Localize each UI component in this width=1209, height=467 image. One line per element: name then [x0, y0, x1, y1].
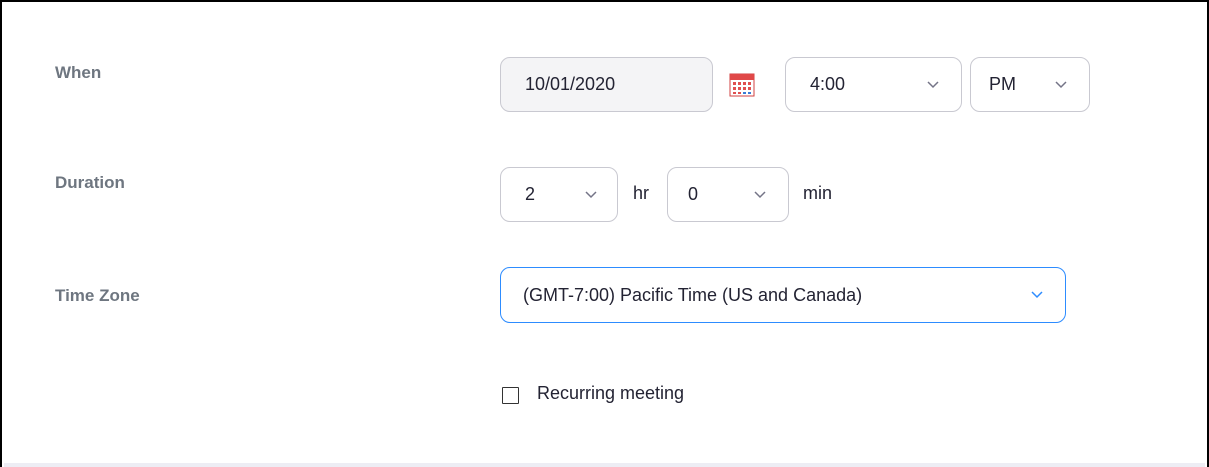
- schedule-meeting-panel: When 10/01/2020 4:00 PM Duration 2 hr 0 …: [0, 0, 1209, 467]
- duration-minutes-value: 0: [688, 184, 699, 204]
- calendar-icon[interactable]: [729, 71, 755, 102]
- minutes-unit-label: min: [803, 183, 833, 203]
- duration-minutes-select[interactable]: 0: [667, 167, 789, 222]
- chevron-down-icon: [1055, 80, 1067, 89]
- hours-unit-label: hr: [633, 183, 650, 203]
- duration-label: Duration: [55, 173, 125, 192]
- timezone-label: Time Zone: [55, 286, 140, 305]
- ampm-select[interactable]: PM: [970, 57, 1090, 112]
- date-value: 10/01/2020: [525, 74, 616, 94]
- timezone-value: (GMT-7:00) Pacific Time (US and Canada): [523, 284, 863, 305]
- timezone-select[interactable]: (GMT-7:00) Pacific Time (US and Canada): [500, 267, 1066, 323]
- date-input[interactable]: 10/01/2020: [500, 57, 713, 112]
- chevron-down-icon: [754, 190, 766, 199]
- chevron-down-icon: [927, 80, 939, 89]
- duration-hours-value: 2: [525, 184, 536, 204]
- duration-hours-select[interactable]: 2: [500, 167, 618, 222]
- time-select[interactable]: 4:00: [785, 57, 962, 112]
- ampm-value: PM: [989, 74, 1016, 94]
- when-label: When: [55, 63, 102, 82]
- bottom-divider: [4, 463, 1205, 467]
- chevron-down-icon: [1031, 291, 1043, 299]
- time-value: 4:00: [810, 74, 846, 94]
- recurring-meeting-checkbox[interactable]: [502, 387, 519, 404]
- recurring-meeting-label[interactable]: Recurring meeting: [537, 383, 684, 404]
- chevron-down-icon: [585, 190, 597, 199]
